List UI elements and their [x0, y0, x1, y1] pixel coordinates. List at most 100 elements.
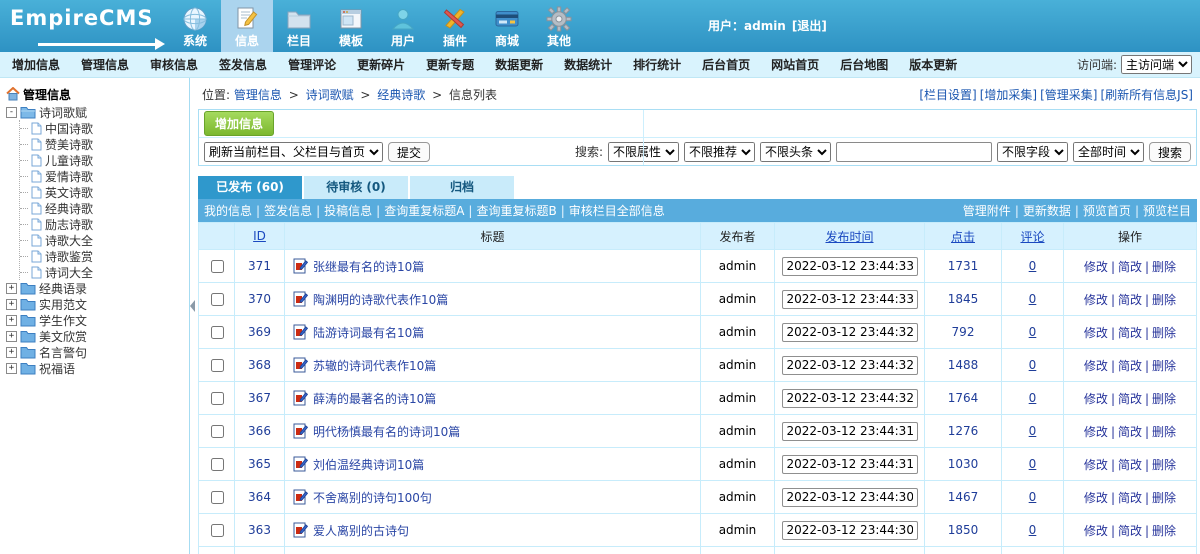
row-comments-link[interactable]: 0 [1029, 424, 1037, 438]
tree-child-node-2[interactable]: 赞美诗歌 [20, 136, 187, 152]
header-menu-item-1[interactable]: 系统 [169, 0, 221, 52]
sort-time-link[interactable]: 发布时间 [825, 230, 873, 244]
sub-nav-item-5[interactable]: 管理评论 [288, 56, 336, 73]
tree-expander-closed[interactable]: + [6, 283, 17, 294]
row-checkbox[interactable] [211, 425, 224, 438]
tree-expander-closed[interactable]: + [6, 299, 17, 310]
header-menu-item-3[interactable]: 栏目 [273, 0, 325, 52]
row-op-3[interactable]: 删除 [1152, 326, 1176, 340]
row-checkbox[interactable] [211, 392, 224, 405]
toolbar-right-link-3[interactable]: 预览首页 [1083, 204, 1131, 218]
collection-link-1[interactable]: [栏目设置] [919, 88, 976, 102]
row-comments-link[interactable]: 0 [1029, 391, 1037, 405]
row-comments-link[interactable]: 0 [1029, 325, 1037, 339]
header-menu-item-7[interactable]: 商城 [481, 0, 533, 52]
row-op-3[interactable]: 删除 [1152, 491, 1176, 505]
row-op-2[interactable]: 简改 [1118, 425, 1142, 439]
row-title-link[interactable]: 薛涛的最著名的诗10篇 [313, 390, 436, 407]
search-filter-select-2[interactable]: 不限推荐 [684, 142, 755, 162]
refresh-scope-select[interactable]: 刷新当前栏目、父栏目与首页 [204, 142, 383, 162]
search-button[interactable]: 搜索 [1149, 142, 1191, 162]
row-checkbox[interactable] [211, 326, 224, 339]
tree-child-node-4[interactable]: 爱情诗歌 [20, 168, 187, 184]
row-op-3[interactable]: 删除 [1152, 293, 1176, 307]
row-op-3[interactable]: 删除 [1152, 524, 1176, 538]
row-comments-link[interactable]: 0 [1029, 292, 1037, 306]
row-op-1[interactable]: 修改 [1084, 425, 1108, 439]
row-op-3[interactable]: 删除 [1152, 392, 1176, 406]
collection-link-3[interactable]: [管理采集] [1040, 88, 1097, 102]
row-checkbox[interactable] [211, 260, 224, 273]
sort-comments-link[interactable]: 评论 [1020, 230, 1044, 244]
tab-2[interactable]: 待审核 (0) [304, 176, 408, 199]
search-filter-select-4[interactable]: 不限字段 [997, 142, 1068, 162]
header-menu-item-8[interactable]: 其他 [533, 0, 585, 52]
row-checkbox[interactable] [211, 524, 224, 537]
row-op-3[interactable]: 删除 [1152, 425, 1176, 439]
sub-nav-item-1[interactable]: 增加信息 [12, 56, 60, 73]
row-title-link[interactable]: 陶渊明的诗歌代表作10篇 [313, 291, 448, 308]
sidebar-collapse-handle[interactable] [189, 78, 195, 554]
toolbar-left-link-4[interactable]: 查询重复标题A [384, 204, 464, 218]
search-filter-select-3[interactable]: 不限头条 [760, 142, 831, 162]
tab-3[interactable]: 归档 [410, 176, 514, 199]
row-comments-link[interactable]: 0 [1029, 523, 1037, 537]
sub-nav-item-2[interactable]: 管理信息 [81, 56, 129, 73]
sub-nav-item-6[interactable]: 更新碎片 [357, 56, 405, 73]
row-title-link[interactable]: 明代杨慎最有名的诗词10篇 [313, 423, 460, 440]
row-checkbox[interactable] [211, 458, 224, 471]
sort-clicks-link[interactable]: 点击 [951, 230, 975, 244]
toolbar-right-link-2[interactable]: 更新数据 [1023, 204, 1071, 218]
row-checkbox[interactable] [211, 359, 224, 372]
tree-expander-closed[interactable]: + [6, 315, 17, 326]
row-op-1[interactable]: 修改 [1084, 359, 1108, 373]
sort-id-link[interactable]: ID [253, 229, 266, 243]
row-title-link[interactable]: 爱人离别的古诗句 [313, 522, 409, 539]
row-title-link[interactable]: 苏辙的诗词代表作10篇 [313, 357, 436, 374]
row-op-2[interactable]: 简改 [1118, 260, 1142, 274]
tree-child-node-1[interactable]: 中国诗歌 [20, 120, 187, 136]
row-time-input[interactable] [782, 323, 918, 342]
row-time-input[interactable] [782, 455, 918, 474]
row-op-2[interactable]: 简改 [1118, 392, 1142, 406]
row-op-2[interactable]: 简改 [1118, 524, 1142, 538]
sub-nav-item-3[interactable]: 审核信息 [150, 56, 198, 73]
submit-button[interactable]: 提交 [388, 142, 430, 162]
breadcrumb-link-1[interactable]: 管理信息 [234, 88, 282, 102]
row-time-input[interactable] [782, 257, 918, 276]
row-time-input[interactable] [782, 290, 918, 309]
row-op-2[interactable]: 简改 [1118, 491, 1142, 505]
tree-child-node-7[interactable]: 励志诗歌 [20, 216, 187, 232]
row-op-3[interactable]: 删除 [1152, 458, 1176, 472]
sub-nav-item-10[interactable]: 排行统计 [633, 56, 681, 73]
row-op-1[interactable]: 修改 [1084, 293, 1108, 307]
sub-nav-item-7[interactable]: 更新专题 [426, 56, 474, 73]
sub-nav-item-12[interactable]: 网站首页 [771, 56, 819, 73]
row-title-link[interactable]: 刘伯温经典诗词10篇 [313, 456, 424, 473]
sub-nav-item-13[interactable]: 后台地图 [840, 56, 888, 73]
sub-nav-item-4[interactable]: 签发信息 [219, 56, 267, 73]
row-op-1[interactable]: 修改 [1084, 491, 1108, 505]
header-menu-item-2[interactable]: 信息 [221, 0, 273, 52]
tree-expander-closed[interactable]: + [6, 347, 17, 358]
row-checkbox[interactable] [211, 491, 224, 504]
toolbar-left-link-3[interactable]: 投稿信息 [324, 204, 372, 218]
row-op-3[interactable]: 删除 [1152, 359, 1176, 373]
row-title-link[interactable]: 不舍离别的诗句100句 [313, 489, 432, 506]
breadcrumb-link-2[interactable]: 诗词歌赋 [306, 88, 354, 102]
toolbar-left-link-2[interactable]: 签发信息 [264, 204, 312, 218]
search-input[interactable] [836, 142, 992, 162]
row-time-input[interactable] [782, 356, 918, 375]
row-op-1[interactable]: 修改 [1084, 524, 1108, 538]
sub-nav-item-14[interactable]: 版本更新 [909, 56, 957, 73]
row-op-3[interactable]: 删除 [1152, 260, 1176, 274]
tree-folder-node-6[interactable]: +祝福语 [6, 360, 187, 376]
tree-child-node-5[interactable]: 英文诗歌 [20, 184, 187, 200]
tree-expander-closed[interactable]: + [6, 331, 17, 342]
tab-1[interactable]: 已发布 (60) [198, 176, 302, 199]
row-time-input[interactable] [782, 521, 918, 540]
header-menu-item-5[interactable]: 用户 [377, 0, 429, 52]
row-title-link[interactable]: 张继最有名的诗10篇 [313, 258, 424, 275]
header-menu-item-4[interactable]: 模板 [325, 0, 377, 52]
row-op-1[interactable]: 修改 [1084, 326, 1108, 340]
